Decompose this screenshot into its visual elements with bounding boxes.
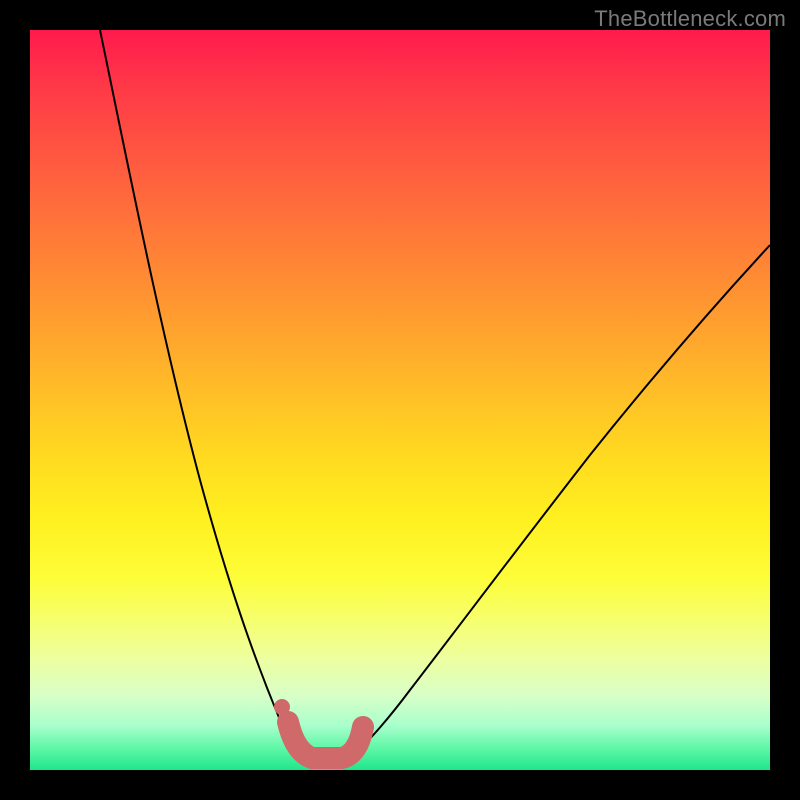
minimum-highlight	[288, 722, 363, 758]
highlight-dot	[274, 699, 290, 715]
bottleneck-curve	[30, 30, 770, 770]
chart-plot-area	[30, 30, 770, 770]
curve-left-branch	[100, 30, 306, 761]
curve-right-branch	[346, 245, 770, 761]
watermark-text: TheBottleneck.com	[594, 6, 786, 32]
